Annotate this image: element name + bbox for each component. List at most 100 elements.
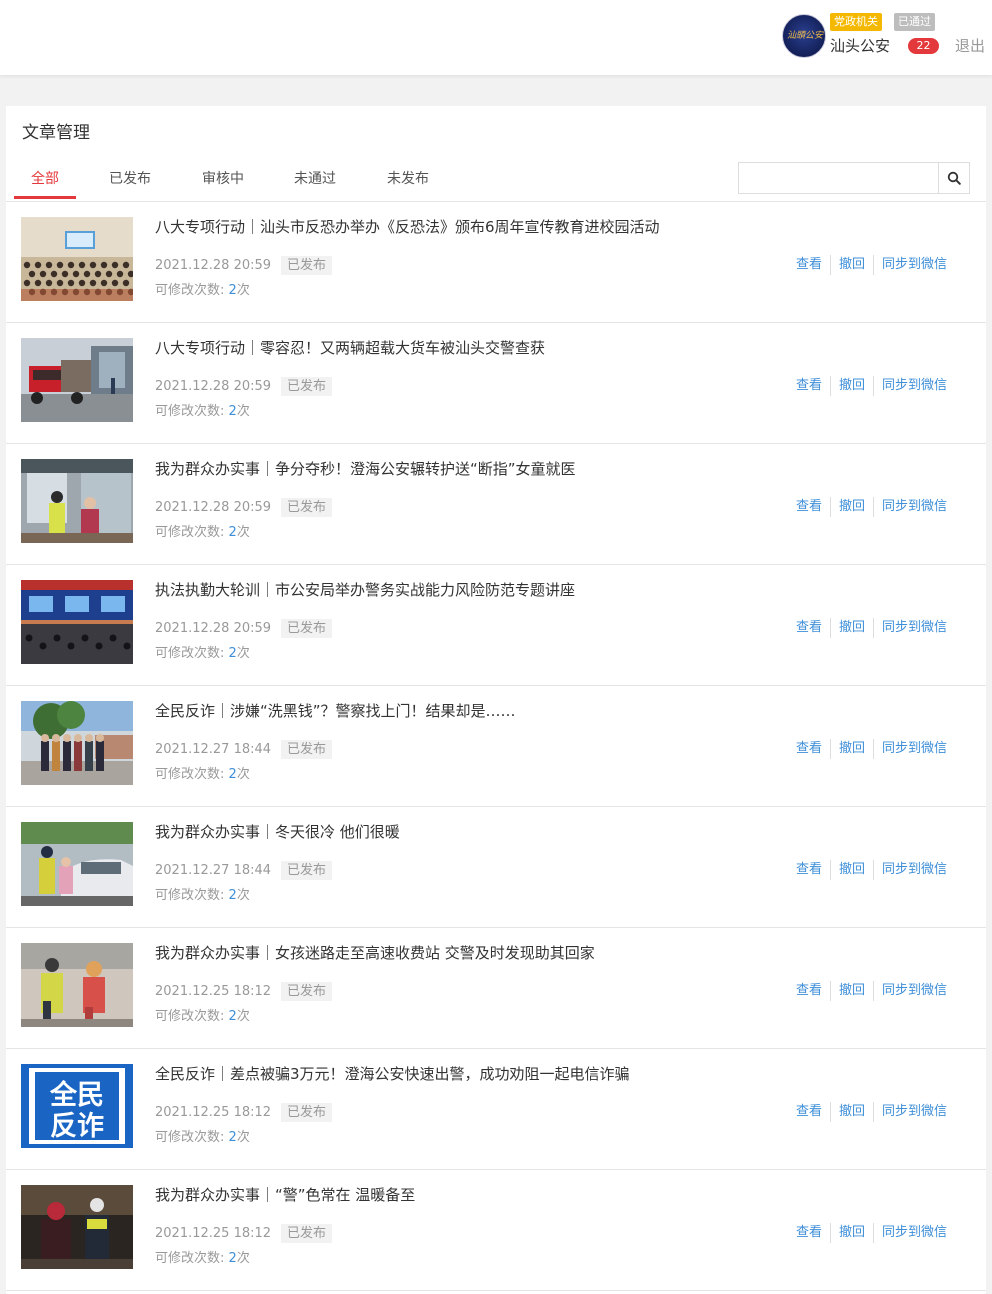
- article-row: 八大专项行动｜汕头市反恐办举办《反恐法》颁布6周年宣传教育进校园活动 2021.…: [6, 202, 986, 323]
- article-title[interactable]: 执法执勤大轮训｜市公安局举办警务实战能力风险防范专题讲座: [155, 579, 795, 601]
- view-button[interactable]: 查看: [788, 981, 830, 1001]
- article-thumbnail[interactable]: [21, 701, 133, 785]
- article-thumbnail[interactable]: [21, 217, 133, 301]
- article-thumbnail[interactable]: 全民 反诈: [21, 1064, 133, 1148]
- sync-wechat-button[interactable]: 同步到微信: [874, 1102, 955, 1122]
- avatar[interactable]: 汕頭公安: [782, 14, 826, 58]
- article-title[interactable]: 八大专项行动｜汕头市反恐办举办《反恐法》颁布6周年宣传教育进校园活动: [155, 216, 795, 238]
- revoke-button[interactable]: 撤回: [831, 981, 873, 1001]
- revoke-button[interactable]: 撤回: [831, 255, 873, 275]
- search-input[interactable]: [739, 163, 939, 193]
- article-title[interactable]: 我为群众办实事｜女孩迷路走至高速收费站 交警及时发现助其回家: [155, 942, 795, 964]
- tab-rejected[interactable]: 未通过: [285, 168, 345, 200]
- view-button[interactable]: 查看: [788, 255, 830, 275]
- tab-reviewing[interactable]: 审核中: [193, 168, 253, 200]
- edit-count-label: 可修改次数:: [155, 283, 225, 298]
- article-title[interactable]: 我为群众办实事｜“警”色常在 温暖备至: [155, 1184, 795, 1206]
- article-actions: 查看 撤回 同步到微信: [788, 255, 955, 275]
- account-name[interactable]: 汕头公安: [830, 36, 890, 56]
- article-actions: 查看 撤回 同步到微信: [788, 1223, 955, 1243]
- article-status-badge: 已发布: [281, 740, 333, 759]
- article-actions: 查看 撤回 同步到微信: [788, 981, 955, 1001]
- article-title[interactable]: 我为群众办实事｜争分夺秒！澄海公安辗转护送“断指”女童就医: [155, 458, 795, 480]
- view-button[interactable]: 查看: [788, 1223, 830, 1243]
- top-bar: 汕頭公安 党政机关 已通过 汕头公安 22 退出: [0, 0, 992, 76]
- article-publish-time: 2021.12.27 18:44: [155, 742, 272, 757]
- article-edit-count: 可修改次数: 2次: [155, 1008, 250, 1026]
- revoke-button[interactable]: 撤回: [831, 860, 873, 880]
- article-row: 我为群众办实事｜“警”色常在 温暖备至 2021.12.25 18:12 已发布…: [6, 1170, 986, 1291]
- article-thumbnail[interactable]: [21, 943, 133, 1027]
- view-button[interactable]: 查看: [788, 376, 830, 396]
- edit-count-value: 2: [228, 1009, 237, 1024]
- active-tab-indicator: [14, 196, 76, 199]
- edit-count-label: 可修改次数:: [155, 767, 225, 782]
- revoke-button[interactable]: 撤回: [831, 376, 873, 396]
- sync-wechat-button[interactable]: 同步到微信: [874, 255, 955, 275]
- revoke-button[interactable]: 撤回: [831, 618, 873, 638]
- edit-count-label: 可修改次数:: [155, 1130, 225, 1145]
- sync-wechat-button[interactable]: 同步到微信: [874, 739, 955, 759]
- sync-wechat-button[interactable]: 同步到微信: [874, 497, 955, 517]
- article-management-panel: 文章管理 全部 已发布 审核中 未通过 未发布 八大专项行动｜汕头市反恐办举办《…: [6, 106, 986, 1294]
- article-thumbnail[interactable]: [21, 822, 133, 906]
- sync-wechat-button[interactable]: 同步到微信: [874, 376, 955, 396]
- article-photo: [21, 338, 133, 422]
- tab-unpublished[interactable]: 未发布: [378, 168, 438, 200]
- edit-count-label: 可修改次数:: [155, 1009, 225, 1024]
- edit-count-unit: 次: [236, 525, 250, 540]
- article-thumbnail[interactable]: [21, 580, 133, 664]
- article-photo: [21, 459, 133, 543]
- revoke-button[interactable]: 撤回: [831, 1102, 873, 1122]
- article-photo: [21, 1185, 133, 1269]
- article-thumbnail[interactable]: [21, 338, 133, 422]
- view-button[interactable]: 查看: [788, 497, 830, 517]
- article-thumbnail[interactable]: [21, 1185, 133, 1269]
- revoke-button[interactable]: 撤回: [831, 1223, 873, 1243]
- article-status-badge: 已发布: [281, 498, 333, 517]
- search-button[interactable]: [938, 163, 969, 193]
- article-publish-time: 2021.12.28 20:59: [155, 258, 272, 273]
- logout-link[interactable]: 退出: [955, 36, 985, 56]
- article-row: 我为群众办实事｜冬天很冷 他们很暖 2021.12.27 18:44 已发布 可…: [6, 807, 986, 928]
- notification-count-badge[interactable]: 22: [908, 38, 939, 54]
- article-title[interactable]: 全民反诈｜涉嫌“洗黑钱”？警察找上门！结果却是……: [155, 700, 795, 722]
- edit-count-unit: 次: [236, 404, 250, 419]
- article-title[interactable]: 八大专项行动｜零容忍！又两辆超载大货车被汕头交警查获: [155, 337, 795, 359]
- revoke-button[interactable]: 撤回: [831, 497, 873, 517]
- edit-count-value: 2: [228, 1251, 237, 1266]
- article-photo: [21, 822, 133, 906]
- article-title[interactable]: 全民反诈｜差点被骗3万元！澄海公安快速出警，成功劝阻一起电信诈骗: [155, 1063, 795, 1085]
- article-photo: [21, 580, 133, 664]
- view-button[interactable]: 查看: [788, 860, 830, 880]
- sync-wechat-button[interactable]: 同步到微信: [874, 860, 955, 880]
- article-actions: 查看 撤回 同步到微信: [788, 618, 955, 638]
- article-edit-count: 可修改次数: 2次: [155, 282, 250, 300]
- sync-wechat-button[interactable]: 同步到微信: [874, 1223, 955, 1243]
- article-publish-time: 2021.12.27 18:44: [155, 863, 272, 878]
- article-edit-count: 可修改次数: 2次: [155, 1129, 250, 1147]
- article-edit-count: 可修改次数: 2次: [155, 403, 250, 421]
- view-button[interactable]: 查看: [788, 618, 830, 638]
- article-thumbnail[interactable]: [21, 459, 133, 543]
- article-actions: 查看 撤回 同步到微信: [788, 497, 955, 517]
- sync-wechat-button[interactable]: 同步到微信: [874, 981, 955, 1001]
- article-edit-count: 可修改次数: 2次: [155, 524, 250, 542]
- edit-count-value: 2: [228, 525, 237, 540]
- avatar-text: 汕頭公安: [786, 31, 823, 41]
- edit-count-value: 2: [228, 646, 237, 661]
- article-title[interactable]: 我为群众办实事｜冬天很冷 他们很暖: [155, 821, 795, 843]
- article-status-badge: 已发布: [281, 982, 333, 1001]
- article-publish-time: 2021.12.28 20:59: [155, 500, 272, 515]
- sync-wechat-button[interactable]: 同步到微信: [874, 618, 955, 638]
- article-photo: [21, 943, 133, 1027]
- view-button[interactable]: 查看: [788, 1102, 830, 1122]
- edit-count-unit: 次: [236, 1251, 250, 1266]
- edit-count-unit: 次: [236, 283, 250, 298]
- edit-count-unit: 次: [236, 1009, 250, 1024]
- revoke-button[interactable]: 撤回: [831, 739, 873, 759]
- poster-line-2: 反诈: [50, 1111, 104, 1142]
- view-button[interactable]: 查看: [788, 739, 830, 759]
- article-status-badge: 已发布: [281, 619, 333, 638]
- tab-published[interactable]: 已发布: [100, 168, 160, 200]
